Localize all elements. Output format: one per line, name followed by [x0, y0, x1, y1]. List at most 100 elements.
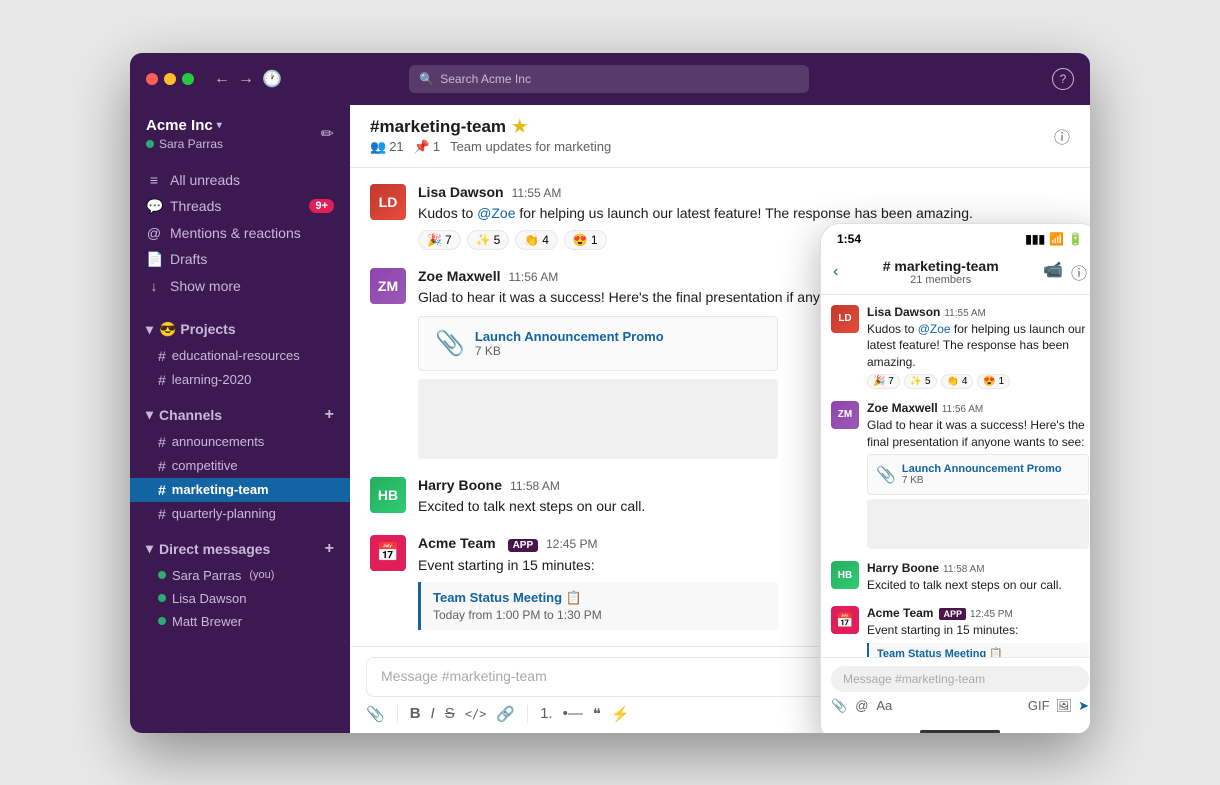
- mobile-mention-button[interactable]: @: [855, 698, 868, 713]
- file-attachment[interactable]: 📎 Launch Announcement Promo 7 KB: [418, 316, 778, 371]
- dm-section-header[interactable]: ▾ Direct messages +: [130, 534, 350, 564]
- dm-item-lisa[interactable]: Lisa Dawson: [130, 587, 350, 610]
- mobile-event-card[interactable]: Team Status Meeting 📋 Today from 1:00 PM…: [867, 643, 1089, 656]
- sidebar-item-drafts[interactable]: 📄 Drafts: [130, 246, 350, 273]
- mobile-back-button[interactable]: ‹: [833, 263, 838, 281]
- mobile-mention[interactable]: @Zoe: [918, 322, 951, 336]
- mobile-sticker-button[interactable]: 🖼: [1056, 698, 1073, 714]
- unordered-list-button[interactable]: •—: [563, 705, 583, 722]
- mobile-file-icon: 📎: [876, 465, 896, 485]
- mobile-video-icon[interactable]: 📹: [1043, 260, 1063, 284]
- channel-item-educational[interactable]: # educational-resources: [130, 344, 350, 368]
- mobile-channel-info: # marketing-team 21 members: [846, 258, 1035, 286]
- mobile-attachment-button[interactable]: 📎: [831, 698, 847, 714]
- add-dm-button[interactable]: +: [325, 540, 334, 558]
- search-icon: 🔍: [419, 72, 434, 86]
- sidebar-item-mentions[interactable]: @ Mentions & reactions: [130, 220, 350, 246]
- chat-header: #marketing-team ★ 👥 21 📌 1 Team updates …: [350, 105, 1090, 168]
- reaction-item[interactable]: 😍 1: [564, 230, 607, 250]
- message-author: Lisa Dawson: [418, 184, 504, 200]
- mobile-send-button[interactable]: ➤: [1078, 698, 1089, 714]
- projects-label: 😎 Projects: [159, 321, 236, 338]
- mobile-reaction[interactable]: 👏 4: [941, 374, 974, 389]
- message-time: 11:55 AM: [512, 186, 562, 200]
- minimize-button[interactable]: [164, 73, 176, 85]
- mobile-messages: LD Lisa Dawson 11:55 AM Kudos to @Zoe fo…: [821, 295, 1090, 657]
- channel-name: quarterly-planning: [172, 506, 276, 521]
- channel-item-quarterly[interactable]: # quarterly-planning: [130, 502, 350, 526]
- mobile-member-count: 21 members: [846, 274, 1035, 286]
- dm-item-sara[interactable]: Sara Parras (you): [130, 564, 350, 587]
- separator: [527, 705, 528, 723]
- dm-item-matt[interactable]: Matt Brewer: [130, 610, 350, 633]
- channel-item-marketing[interactable]: # marketing-team: [130, 478, 350, 502]
- mobile-msg-content: Harry Boone 11:58 AM Excited to talk nex…: [867, 561, 1089, 594]
- mobile-reaction[interactable]: 🎉 7: [867, 374, 900, 389]
- bold-button[interactable]: B: [410, 705, 421, 722]
- dm-name: Matt Brewer: [172, 614, 242, 629]
- mobile-avatar: 📅: [831, 606, 859, 634]
- mobile-info-icon[interactable]: ⓘ: [1071, 260, 1087, 284]
- mobile-message-input[interactable]: Message #marketing-team: [831, 666, 1089, 692]
- back-button[interactable]: ←: [214, 69, 230, 89]
- channel-item-announcements[interactable]: # announcements: [130, 430, 350, 454]
- strikethrough-button[interactable]: S: [445, 705, 455, 722]
- mobile-font-button[interactable]: Aa: [876, 698, 892, 713]
- reaction-item[interactable]: ✨ 5: [467, 230, 510, 250]
- history-button[interactable]: 🕐: [262, 69, 282, 89]
- channel-item-learning[interactable]: # learning-2020: [130, 368, 350, 392]
- search-bar[interactable]: 🔍 Search Acme Inc: [409, 65, 809, 93]
- message-text: Kudos to @Zoe for helping us launch our …: [418, 203, 1070, 224]
- link-button[interactable]: 🔗: [496, 705, 515, 723]
- dm-name: Sara Parras: [172, 568, 241, 583]
- projects-section-header[interactable]: ▾ 😎 Projects: [130, 315, 350, 344]
- mobile-reaction[interactable]: 😍 1: [977, 374, 1010, 389]
- channel-description: Team updates for marketing: [450, 139, 611, 154]
- help-button[interactable]: ?: [1052, 68, 1074, 90]
- avatar: LD: [370, 184, 406, 220]
- channels-section-header[interactable]: ▾ Channels +: [130, 400, 350, 430]
- mobile-gif-button[interactable]: GIF: [1028, 698, 1050, 714]
- mobile-time-label: 12:45 PM: [970, 609, 1013, 620]
- online-icon: [158, 571, 166, 579]
- sidebar-item-unreads[interactable]: ≡ All unreads: [130, 167, 350, 193]
- channel-name: marketing-team: [172, 482, 269, 497]
- sidebar-item-threads[interactable]: 💬 Threads 9+: [130, 193, 350, 220]
- ordered-list-button[interactable]: 1.: [540, 705, 553, 722]
- code-button[interactable]: </>: [465, 707, 487, 721]
- mobile-event-title: Team Status Meeting 📋: [877, 647, 1081, 656]
- star-icon[interactable]: ★: [512, 117, 527, 137]
- mobile-reaction[interactable]: ✨ 5: [904, 374, 937, 389]
- file-icon: 📎: [435, 329, 465, 358]
- attachment-button[interactable]: 📎: [366, 705, 385, 723]
- mobile-message: HB Harry Boone 11:58 AM Excited to talk …: [831, 561, 1089, 594]
- mobile-file-info: Launch Announcement Promo 7 KB: [902, 463, 1062, 486]
- add-channel-button[interactable]: +: [325, 406, 334, 424]
- sidebar-item-showmore[interactable]: ↓ Show more: [130, 273, 350, 299]
- traffic-lights: [146, 73, 194, 85]
- workflow-button[interactable]: ⚡: [611, 705, 630, 723]
- maximize-button[interactable]: [182, 73, 194, 85]
- mobile-text: Excited to talk next steps on our call.: [867, 577, 1089, 594]
- unreads-icon: ≡: [146, 172, 162, 188]
- mention[interactable]: @Zoe: [477, 205, 515, 221]
- close-button[interactable]: [146, 73, 158, 85]
- channel-info-button[interactable]: ⓘ: [1054, 124, 1070, 148]
- italic-button[interactable]: I: [431, 705, 435, 722]
- reaction-item[interactable]: 👏 4: [515, 230, 558, 250]
- compose-button[interactable]: ✏: [321, 124, 334, 144]
- mobile-msg-header: Acme Team APP 12:45 PM: [867, 606, 1089, 620]
- event-card[interactable]: Team Status Meeting 📋 Today from 1:00 PM…: [418, 582, 778, 630]
- event-title: Team Status Meeting 📋: [433, 590, 766, 606]
- forward-button[interactable]: →: [238, 69, 254, 89]
- mobile-time-label: 11:56 AM: [942, 404, 984, 415]
- you-label: (you): [249, 569, 274, 581]
- reaction-item[interactable]: 🎉 7: [418, 230, 461, 250]
- channel-name: learning-2020: [172, 372, 252, 387]
- mobile-reactions: 🎉 7 ✨ 5 👏 4 😍 1: [867, 374, 1089, 389]
- channel-item-competitive[interactable]: # competitive: [130, 454, 350, 478]
- block-quote-button[interactable]: ❝: [593, 705, 601, 723]
- workspace-name[interactable]: Acme Inc ▾: [146, 117, 223, 134]
- mobile-file-attachment[interactable]: 📎 Launch Announcement Promo 7 KB: [867, 454, 1089, 495]
- mobile-input-placeholder: Message #marketing-team: [843, 672, 985, 686]
